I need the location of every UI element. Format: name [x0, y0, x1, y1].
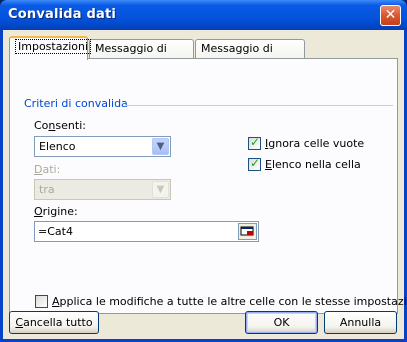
cancel-button[interactable]: Annulla	[324, 311, 397, 334]
clear-all-label: ancella tutto	[23, 316, 93, 329]
source-label-accelerator: O	[34, 205, 43, 218]
data-select-value: tra	[39, 183, 55, 196]
allow-select-value: Elenco	[39, 140, 76, 153]
tab-label: Impostazioni	[15, 39, 92, 54]
collapse-dialog-icon	[240, 226, 254, 236]
ignore-blank-label[interactable]: Ignora celle vuote	[265, 137, 364, 150]
check-icon: ✓	[250, 135, 261, 149]
ok-button[interactable]: OK	[245, 311, 318, 334]
tab-impostazioni[interactable]: Impostazioni	[9, 36, 92, 60]
title-bar[interactable]: Convalida dati ✕	[0, 0, 407, 30]
group-title: Criteri di convalida	[24, 97, 128, 110]
data-label-part: ati:	[42, 163, 61, 176]
cancel-label: Annulla	[339, 316, 382, 329]
group-divider	[125, 105, 393, 106]
allow-label-part: Co	[34, 119, 49, 132]
ignore-blank-checkbox[interactable]: ✓	[248, 135, 261, 150]
clear-all-accelerator: C	[15, 316, 24, 329]
chevron-down-icon[interactable]: ▼	[152, 181, 169, 198]
tab-messaggio-di-errore[interactable]: Messaggio di errore	[195, 39, 305, 73]
data-label: Dati:	[34, 163, 60, 176]
source-input-value: =Cat4	[38, 225, 73, 238]
check-icon: ✓	[250, 156, 261, 170]
close-icon: ✕	[384, 7, 397, 23]
apply-to-all-accelerator: A	[52, 295, 60, 308]
tab-messaggio-di-input[interactable]: Messaggio di input	[89, 39, 194, 73]
apply-to-all-label[interactable]: Applica le modifiche a tutte le altre ce…	[52, 295, 407, 308]
dialog-title: Convalida dati	[8, 7, 117, 22]
ignore-blank-text: gnora celle vuote	[268, 137, 365, 150]
clear-all-button[interactable]: Cancella tutto	[9, 311, 99, 334]
in-cell-dropdown-checkbox[interactable]: ✓	[248, 156, 261, 171]
source-label-part: rigine:	[42, 205, 78, 218]
allow-select[interactable]: Elenco ▼	[34, 136, 171, 157]
range-selector-button[interactable]	[238, 223, 257, 240]
apply-to-all-text: pplica le modifiche a tutte le altre cel…	[59, 295, 407, 308]
source-input[interactable]: =Cat4	[34, 221, 259, 242]
allow-label-part: senti:	[55, 119, 86, 132]
dialog-window: Convalida dati ✕ Impostazioni Messaggio …	[0, 0, 407, 342]
ok-label: OK	[273, 316, 290, 329]
dialog-body: Impostazioni Messaggio di input Messaggi…	[3, 30, 407, 339]
in-cell-dropdown-accelerator: E	[265, 158, 272, 171]
in-cell-dropdown-label[interactable]: Elenco nella cella	[265, 158, 361, 171]
apply-to-all-checkbox[interactable]	[35, 295, 48, 308]
source-label: Origine:	[34, 205, 78, 218]
in-cell-dropdown-text: lenco nella cella	[271, 158, 361, 171]
close-button[interactable]: ✕	[380, 5, 401, 26]
chevron-down-icon[interactable]: ▼	[152, 138, 169, 155]
allow-label: Consenti:	[34, 119, 86, 132]
data-select[interactable]: tra ▼	[34, 179, 171, 200]
tab-panel-impostazioni: Criteri di convalida Consenti: Elenco ▼ …	[9, 58, 407, 314]
